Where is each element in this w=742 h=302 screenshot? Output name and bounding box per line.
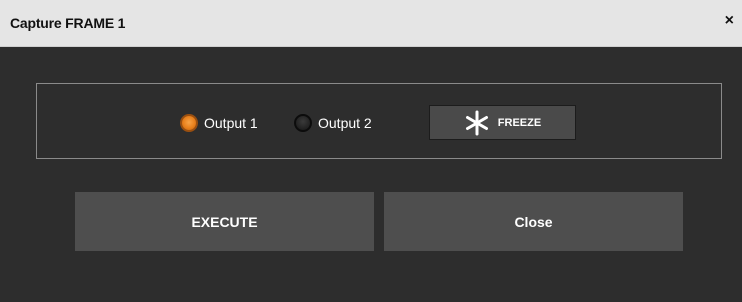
freeze-label: FREEZE xyxy=(497,116,542,129)
radio-unselected-icon xyxy=(294,114,312,132)
dialog-title: Capture FRAME 1 xyxy=(10,15,126,31)
output-2-radio[interactable]: Output 2 xyxy=(294,112,372,134)
output-1-label: Output 1 xyxy=(204,115,258,131)
freeze-button[interactable]: FREEZE xyxy=(429,105,576,140)
close-button[interactable]: Close xyxy=(384,192,683,251)
output-group-box xyxy=(36,83,722,159)
radio-selected-icon xyxy=(180,114,198,132)
output-1-radio[interactable]: Output 1 xyxy=(180,112,258,134)
close-icon[interactable]: × xyxy=(725,13,734,29)
execute-button[interactable]: EXECUTE xyxy=(75,192,374,251)
dialog-titlebar: Capture FRAME 1 × xyxy=(0,0,742,47)
capture-frame-dialog: Capture FRAME 1 × Output 1 Output 2 FREE… xyxy=(0,0,742,302)
output-2-label: Output 2 xyxy=(318,115,372,131)
snowflake-icon xyxy=(465,110,488,135)
